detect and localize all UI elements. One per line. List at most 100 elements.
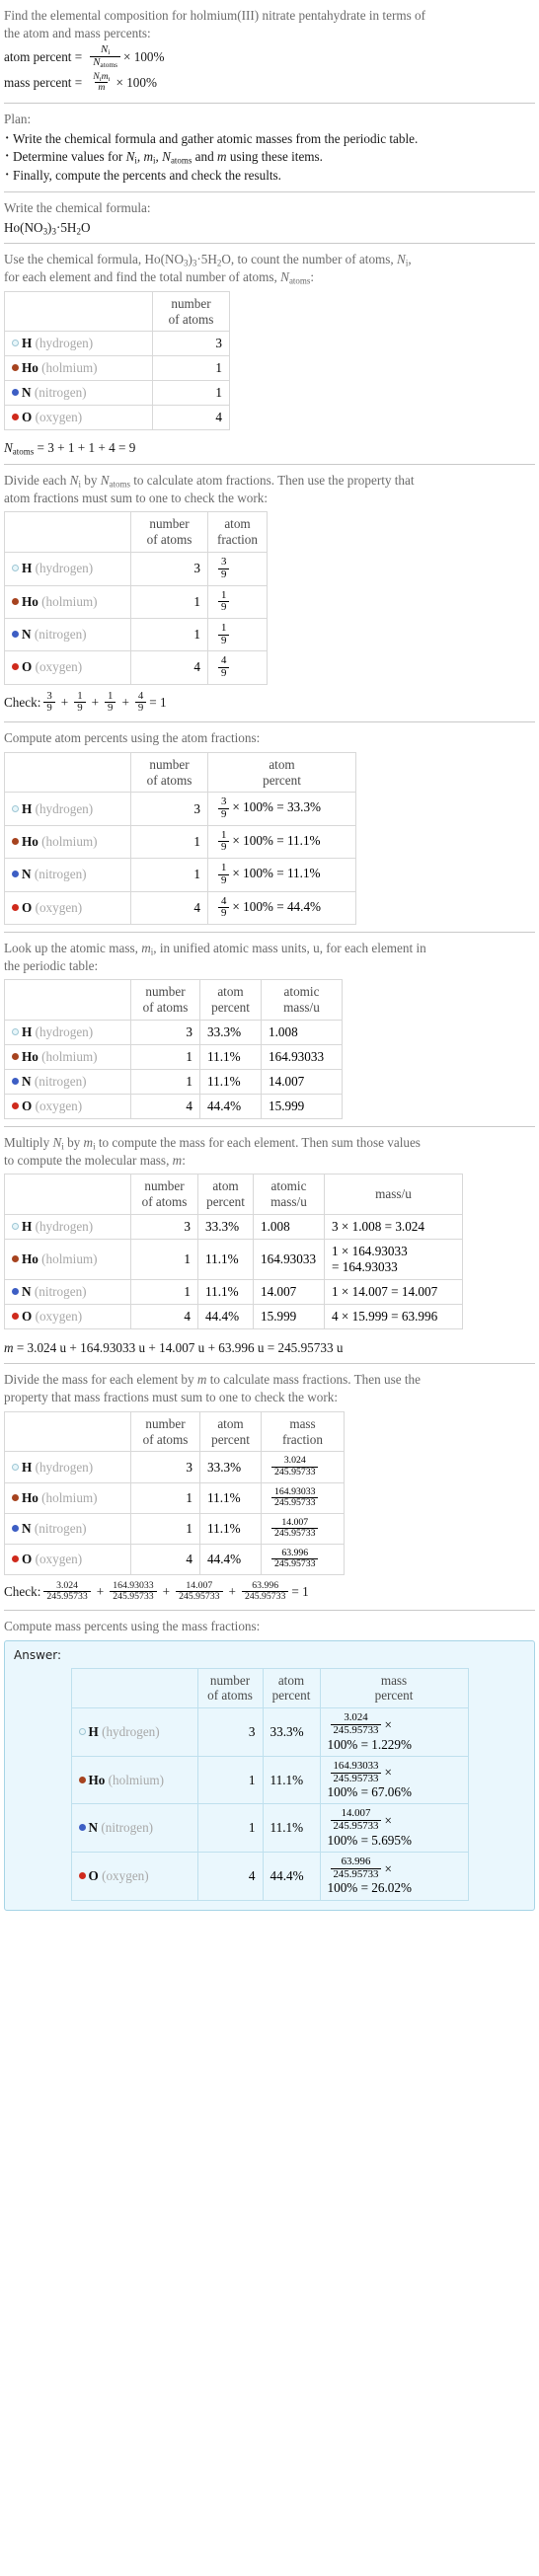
table-row: H (hydrogen) 3 33.3% 1.008 xyxy=(4,1019,343,1045)
plan-section: Plan: Write the chemical formula and gat… xyxy=(4,104,535,191)
col-atom-percent: atom percent xyxy=(262,1667,321,1709)
atom-fraction-line1: Divide each Ni by Natoms to calculate at… xyxy=(4,473,415,490)
element-cell-o: O (oxygen) xyxy=(4,1093,131,1119)
atom-percent-ho: 11.1% xyxy=(199,1043,262,1070)
mass-expr-n: 1 × 14.007 = 14.007 xyxy=(324,1278,463,1305)
atomic-mass-section: Look up the atomic mass, mi, in unified … xyxy=(4,933,535,1126)
element-cell-n: N (nitrogen) xyxy=(4,1278,131,1305)
atom-percent-h: 33.3% xyxy=(199,1019,262,1045)
table-row: H (hydrogen) 3 xyxy=(4,331,230,357)
element-dot-h xyxy=(12,565,19,572)
col-atom-percent: atom percent xyxy=(199,979,262,1021)
col-number-of-atoms: number of atoms xyxy=(196,1667,264,1709)
atom-percent-formula-label: atom percent = xyxy=(4,48,83,64)
col-element xyxy=(4,511,131,554)
element-cell-h: H (hydrogen) xyxy=(4,1019,131,1045)
element-cell-h: H (hydrogen) xyxy=(4,792,131,826)
mass-percent-table: number of atoms atom percent mass percent H… xyxy=(70,1667,469,1901)
count-o: 4 xyxy=(130,650,208,685)
atom-fraction-table: number of atoms atom fraction H (hydrogen)… xyxy=(4,511,268,685)
mass-fraction-line1: Divide the mass for each element by m to… xyxy=(4,1372,421,1388)
count-n: 1 xyxy=(130,1278,198,1305)
table-header-row: number of atoms atom percent atomic mass/u … xyxy=(4,1174,463,1216)
element-dot-h xyxy=(12,1027,19,1035)
col-atom-fraction: atom fraction xyxy=(207,511,268,554)
element-dot-o xyxy=(78,1871,86,1879)
formula-section: Write the chemical formula: Ho(NO3)3·5H2… xyxy=(4,192,535,243)
atom-percent-fraction: Ni Natoms xyxy=(90,44,121,69)
atom-percent-table: number of atoms atom percent H (hydrogen) … xyxy=(4,751,356,925)
col-element xyxy=(4,979,131,1021)
check-label: Check: xyxy=(4,694,41,710)
element-dot-n xyxy=(12,1524,19,1532)
element-cell-o: O (oxygen) xyxy=(4,1543,131,1575)
element-dot-ho xyxy=(12,364,19,372)
table-row: Ho (holmium) 1 xyxy=(4,355,230,382)
col-element xyxy=(4,751,131,794)
table-row: Ho (holmium) 1 11.1% 164.93033 245.95733 ×… xyxy=(70,1755,469,1805)
solution-page: Find the elemental composition for holmi… xyxy=(0,0,539,1924)
table-row: H (hydrogen) 3 33.3% 1.008 3 × 1.008 = 3… xyxy=(4,1214,463,1241)
mass-fraction-ho: 164.93033 245.95733 xyxy=(261,1481,345,1514)
answer-label: Answer: xyxy=(14,1647,62,1662)
atom-count-line2: for each element and find the total numb… xyxy=(4,269,315,286)
element-cell-o: O (oxygen) xyxy=(4,650,131,685)
table-row: Ho (holmium) 1 1 9 × 100% = 11.1% xyxy=(4,824,356,860)
col-atom-percent: atom percent xyxy=(199,1410,262,1453)
count-ho: 1 xyxy=(130,1239,198,1280)
element-cell-n: N (nitrogen) xyxy=(4,858,131,892)
atomic-mass-table: number of atoms atom percent atomic mass/u … xyxy=(4,979,343,1119)
chemical-formula: Ho(NO3)3·5H2O xyxy=(4,219,91,237)
atom-percent-o: 44.4% xyxy=(199,1543,262,1575)
element-dot-n xyxy=(12,1287,19,1295)
atom-percent-h: 3 9 × 100% = 33.3% xyxy=(207,792,356,826)
atom-percent-o: 44.4% xyxy=(262,1851,321,1901)
atom-percent-lead: Compute atom percents using the atom fra… xyxy=(4,730,261,746)
element-cell-ho: Ho (holmium) xyxy=(70,1755,198,1805)
check-result: = 1 xyxy=(149,694,167,710)
mass-percent-numerator: Nimi xyxy=(93,70,111,83)
table-header-row: number of atoms xyxy=(4,290,230,333)
col-number-of-atoms: number of atoms xyxy=(130,979,200,1021)
element-dot-n xyxy=(12,389,19,397)
problem-statement-line2: the atom and mass percents: xyxy=(4,25,151,40)
table-row: H (hydrogen) 3 33.3% 3.024 245.95733 xyxy=(4,1451,345,1483)
plan-item-2: Determine values for Ni, mi, Natoms and … xyxy=(4,147,535,166)
atom-percent-denominator: Natoms xyxy=(90,56,121,69)
count-h: 3 xyxy=(130,1451,200,1483)
atomic-mass-n: 14.007 xyxy=(253,1278,325,1305)
mass-percent-o: 63.996 245.95733 × 100% = 26.02% xyxy=(319,1851,469,1901)
atom-percent-formula-tail: × 100% xyxy=(123,48,165,64)
molecular-mass-table: number of atoms atom percent atomic mass/u … xyxy=(4,1174,463,1329)
atom-percent-section: Compute atom percents using the atom fra… xyxy=(4,722,535,932)
table-row: Ho (holmium) 1 11.1% 164.93033 1 × 164.9… xyxy=(4,1239,463,1280)
count-o: 4 xyxy=(130,1543,200,1575)
element-cell-ho: Ho (holmium) xyxy=(4,584,131,619)
element-cell-o: O (oxygen) xyxy=(4,1303,131,1329)
table-row: N (nitrogen) 1 1 9 × 100% = 11.1% xyxy=(4,858,356,892)
count-n: 1 xyxy=(130,1512,200,1545)
col-mass-percent: mass percent xyxy=(319,1667,469,1709)
table-row: Ho (holmium) 1 11.1% 164.93033 xyxy=(4,1043,343,1070)
table-row: N (nitrogen) 1 11.1% 14.007 245.95733 × 100… xyxy=(70,1803,469,1853)
atom-count-table: number of atoms H (hydrogen) 3 Ho (holmiu… xyxy=(4,290,230,431)
col-mass-fraction: mass fraction xyxy=(261,1410,345,1453)
element-dot-h xyxy=(12,1223,19,1231)
count-h: 3 xyxy=(130,1019,200,1045)
table-row: H (hydrogen) 3 39 xyxy=(4,552,268,586)
col-number-of-atoms: number of atoms xyxy=(130,751,208,794)
table-row: H (hydrogen) 3 3 9 × 100% = 33.3% xyxy=(4,792,356,826)
count-n: 1 xyxy=(130,1068,200,1095)
table-row: N (nitrogen) 1 19 xyxy=(4,617,268,652)
atomic-mass-o: 15.999 xyxy=(261,1093,343,1119)
mass-percent-h: 3.024 245.95733 × 100% = 1.229% xyxy=(319,1707,469,1757)
mass-fraction-section: Divide the mass for each element by m to… xyxy=(4,1364,535,1610)
element-cell-h: H (hydrogen) xyxy=(4,1214,131,1241)
table-header-row: number of atoms atom percent atomic mass/u xyxy=(4,979,343,1021)
mass-fraction-line2: property that mass fractions must sum to… xyxy=(4,1390,339,1405)
atom-percent-ho: 1 9 × 100% = 11.1% xyxy=(207,824,356,860)
mass-percent-formula-label: mass percent = xyxy=(4,74,83,90)
mass-percent-fraction: Nimi m xyxy=(90,70,113,94)
mass-percent-formula-tail: × 100% xyxy=(116,74,157,90)
plan-title: Plan: xyxy=(4,111,32,126)
